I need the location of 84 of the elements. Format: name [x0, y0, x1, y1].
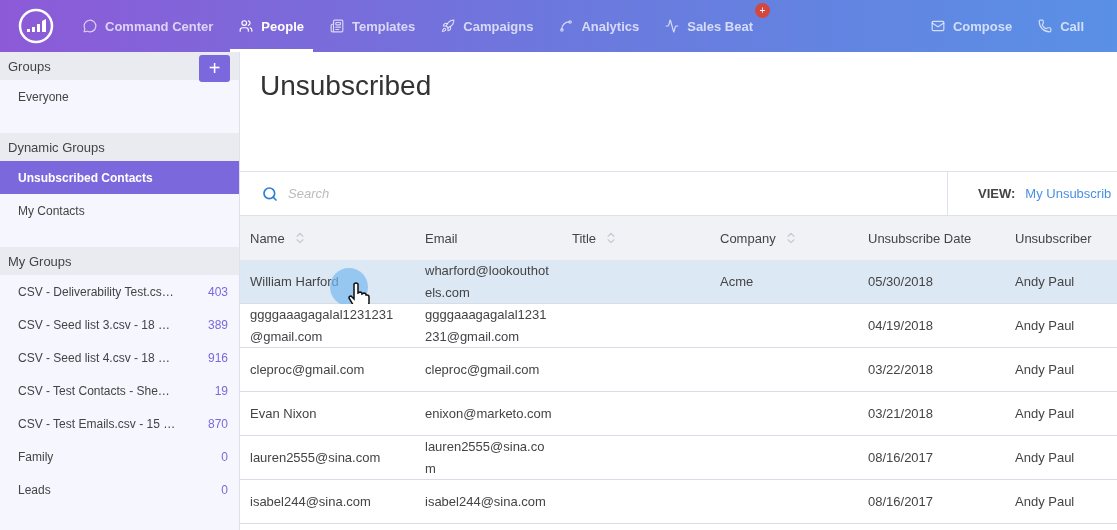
sidebar-item[interactable]: Family 0: [0, 440, 239, 473]
nav-label: People: [261, 18, 304, 34]
table-cell-text: cleproc@gmail.com: [250, 360, 365, 379]
nav-label: Campaigns: [463, 18, 534, 34]
view-label: VIEW:: [978, 186, 1016, 201]
group-name: Unsubscribed Contacts: [18, 170, 153, 185]
group-name: Leads: [18, 482, 51, 497]
table-cell-text: isabel244@sina.com: [425, 492, 546, 511]
table-cell-text: Andy Paul: [1015, 449, 1075, 467]
line-graph-icon: [559, 19, 574, 33]
sidebar-item[interactable]: CSV - Seed list 3.csv - 18 … 389: [0, 308, 239, 341]
sidebar-item[interactable]: My Contacts: [0, 194, 239, 227]
rocket-icon: [441, 19, 456, 33]
table-cell-text: Acme: [720, 273, 754, 291]
column-header[interactable]: Company: [720, 230, 776, 246]
column-header[interactable]: Name: [250, 230, 285, 246]
nav-label: Analytics: [581, 18, 640, 34]
group-name: CSV - Deliverability Test.cs…: [18, 284, 174, 299]
table-cell-text: enixon@marketo.com: [425, 404, 552, 423]
section-title: Groups: [8, 58, 51, 74]
group-name: Family: [18, 449, 54, 464]
phone-icon: [1038, 19, 1053, 33]
group-name: CSV - Test Emails.csv - 15 …: [18, 416, 176, 431]
table-cell-text: ggggaaagagalal1231231@gmail.com: [425, 306, 548, 346]
logo-icon[interactable]: [18, 8, 54, 44]
table-cell-text: cleproc@gmail.com: [425, 360, 540, 379]
sidebar-item[interactable]: Leads 0: [0, 473, 239, 506]
add-group-button[interactable]: +: [199, 54, 230, 82]
table-cell-text: William Harford: [250, 273, 339, 291]
table-cell-text: Andy Paul: [1015, 317, 1075, 335]
sidebar-item[interactable]: CSV - Test Emails.csv - 15 … 870: [0, 407, 239, 440]
table-cell-text: Andy Paul: [1015, 273, 1075, 291]
table-row[interactable]: ggggaaagagalal1231231@gmail.com ggggaaagagalal1231231@gmail.com 04/19/2018 Andy Paul: [240, 304, 1117, 348]
document-icon: [330, 19, 344, 33]
table-cell-text: lauren2555@sina.com: [250, 449, 381, 467]
group-count: 403: [207, 284, 228, 299]
group-count: 0: [221, 482, 228, 497]
group-name: Everyone: [18, 89, 69, 104]
table-cell-text: Andy Paul: [1015, 360, 1075, 379]
table-cell-text: 08/16/2017: [868, 492, 934, 511]
group-name: CSV - Seed list 3.csv - 18 …: [18, 317, 171, 332]
table-cell-text: Andy Paul: [1015, 404, 1075, 423]
sidebar-item[interactable]: Unsubscribed Contacts: [0, 161, 239, 194]
group-count: 870: [207, 416, 228, 431]
group-count: 916: [207, 350, 228, 365]
column-header[interactable]: Unsubscriber: [1015, 230, 1092, 246]
chat-icon: [83, 19, 97, 33]
sidebar-item[interactable]: CSV - Test Contacts - She… 19: [0, 374, 239, 407]
section-title: Dynamic Groups: [8, 139, 105, 155]
nav-label: Sales Beat: [687, 18, 753, 34]
group-name: My Contacts: [18, 203, 85, 218]
table-cell-text: 03/22/2018: [868, 360, 934, 379]
sidebar-item[interactable]: Everyone: [0, 80, 239, 113]
column-header[interactable]: Title: [572, 230, 597, 246]
table-cell-text: ggggaaagagalal1231231@gmail.com: [250, 306, 395, 346]
sidebar-item[interactable]: CSV - Seed list 4.csv - 18 … 916: [0, 341, 239, 374]
table-cell-text: Evan Nixon: [250, 404, 317, 423]
nav-label: Compose: [952, 18, 1013, 34]
section-title: My Groups: [8, 253, 72, 269]
group-name: CSV - Test Contacts - She…: [18, 383, 170, 398]
table-cell-text: lauren2555@sina.com: [425, 438, 546, 478]
mail-icon: [930, 19, 945, 33]
people-icon: [239, 19, 254, 33]
group-count: 19: [214, 383, 228, 398]
group-name: CSV - Seed list 4.csv - 18 …: [18, 350, 171, 365]
nav-label: Templates: [352, 18, 416, 34]
table-cell-text: 05/30/2018: [868, 273, 934, 291]
table-cell-text: Andy Paul: [1015, 492, 1075, 511]
group-count: 0: [221, 449, 228, 464]
table-cell-text: 04/19/2018: [868, 317, 934, 335]
pulse-icon: [665, 19, 680, 33]
column-header[interactable]: Email: [425, 230, 458, 246]
table-row[interactable]: William Harford wharford@lookouthotels.com Acme 05/30/2018 Andy Paul: [240, 260, 1117, 304]
search-icon: [262, 185, 278, 202]
nav-label: Command Center: [105, 18, 214, 34]
page-title: Unsubscribed: [260, 70, 433, 102]
column-header[interactable]: Unsubscribe Date: [868, 230, 972, 246]
table-cell-text: 03/21/2018: [868, 404, 934, 423]
notification-badge: +: [755, 3, 770, 18]
table-cell-text: isabel244@sina.com: [250, 492, 371, 511]
group-count: 389: [207, 317, 228, 332]
table-cell-text: 08/16/2017: [868, 449, 934, 467]
sidebar-item[interactable]: CSV - Deliverability Test.cs… 403: [0, 275, 239, 308]
nav-label: Call: [1060, 18, 1084, 34]
